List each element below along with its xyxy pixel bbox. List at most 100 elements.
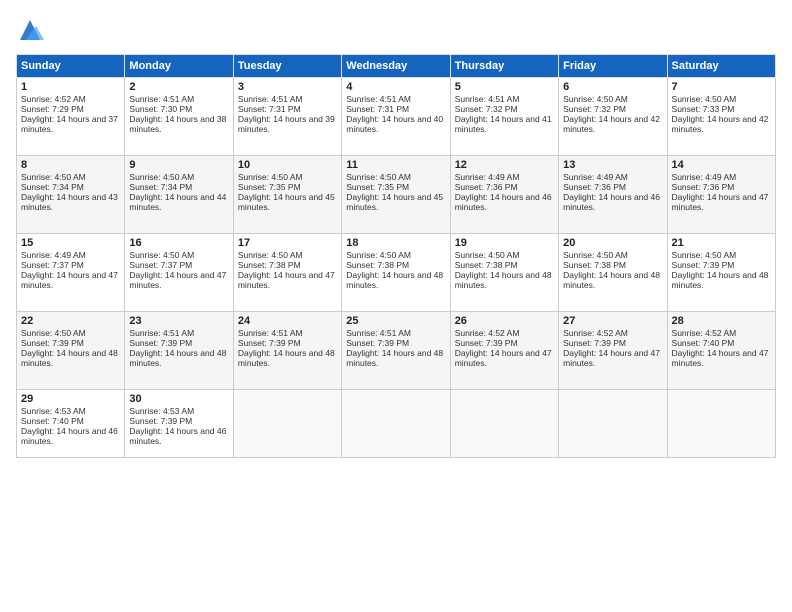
calendar-cell: 17Sunrise: 4:50 AMSunset: 7:38 PMDayligh…	[233, 234, 341, 312]
sunrise-label: Sunrise: 4:50 AM	[563, 94, 628, 104]
sunrise-label: Sunrise: 4:50 AM	[129, 250, 194, 260]
sunset-label: Sunset: 7:40 PM	[672, 338, 735, 348]
sunset-label: Sunset: 7:32 PM	[563, 104, 626, 114]
daylight-label: Daylight: 14 hours and 38 minutes.	[129, 114, 226, 134]
calendar-cell: 9Sunrise: 4:50 AMSunset: 7:34 PMDaylight…	[125, 156, 233, 234]
calendar-cell	[450, 390, 558, 458]
daylight-label: Daylight: 14 hours and 48 minutes.	[238, 348, 335, 368]
sunset-label: Sunset: 7:36 PM	[672, 182, 735, 192]
calendar-cell	[667, 390, 775, 458]
sunset-label: Sunset: 7:36 PM	[455, 182, 518, 192]
logo	[16, 16, 48, 44]
calendar-cell: 28Sunrise: 4:52 AMSunset: 7:40 PMDayligh…	[667, 312, 775, 390]
calendar-cell: 26Sunrise: 4:52 AMSunset: 7:39 PMDayligh…	[450, 312, 558, 390]
daylight-label: Daylight: 14 hours and 47 minutes.	[129, 270, 226, 290]
sunset-label: Sunset: 7:35 PM	[238, 182, 301, 192]
sunrise-label: Sunrise: 4:50 AM	[238, 250, 303, 260]
day-number: 14	[672, 159, 771, 171]
calendar-cell: 19Sunrise: 4:50 AMSunset: 7:38 PMDayligh…	[450, 234, 558, 312]
sunset-label: Sunset: 7:30 PM	[129, 104, 192, 114]
sunset-label: Sunset: 7:40 PM	[21, 416, 84, 426]
daylight-label: Daylight: 14 hours and 40 minutes.	[346, 114, 443, 134]
daylight-label: Daylight: 14 hours and 42 minutes.	[563, 114, 660, 134]
calendar-cell: 15Sunrise: 4:49 AMSunset: 7:37 PMDayligh…	[17, 234, 125, 312]
sunrise-label: Sunrise: 4:49 AM	[21, 250, 86, 260]
week-row-3: 22Sunrise: 4:50 AMSunset: 7:39 PMDayligh…	[17, 312, 776, 390]
daylight-label: Daylight: 14 hours and 46 minutes.	[129, 426, 226, 446]
sunrise-label: Sunrise: 4:51 AM	[238, 328, 303, 338]
day-number: 18	[346, 237, 445, 249]
day-header-wednesday: Wednesday	[342, 55, 450, 78]
sunset-label: Sunset: 7:31 PM	[238, 104, 301, 114]
daylight-label: Daylight: 14 hours and 48 minutes.	[455, 270, 552, 290]
sunrise-label: Sunrise: 4:50 AM	[455, 250, 520, 260]
calendar-cell: 6Sunrise: 4:50 AMSunset: 7:32 PMDaylight…	[559, 78, 667, 156]
sunset-label: Sunset: 7:39 PM	[346, 338, 409, 348]
daylight-label: Daylight: 14 hours and 46 minutes.	[21, 426, 118, 446]
calendar-cell: 24Sunrise: 4:51 AMSunset: 7:39 PMDayligh…	[233, 312, 341, 390]
daylight-label: Daylight: 14 hours and 47 minutes.	[672, 192, 769, 212]
sunrise-label: Sunrise: 4:52 AM	[455, 328, 520, 338]
calendar-page: SundayMondayTuesdayWednesdayThursdayFrid…	[0, 0, 792, 612]
calendar-cell: 2Sunrise: 4:51 AMSunset: 7:30 PMDaylight…	[125, 78, 233, 156]
daylight-label: Daylight: 14 hours and 48 minutes.	[346, 270, 443, 290]
sunrise-label: Sunrise: 4:50 AM	[563, 250, 628, 260]
sunset-label: Sunset: 7:35 PM	[346, 182, 409, 192]
day-number: 27	[563, 315, 662, 327]
day-number: 20	[563, 237, 662, 249]
calendar-cell: 5Sunrise: 4:51 AMSunset: 7:32 PMDaylight…	[450, 78, 558, 156]
calendar-cell: 11Sunrise: 4:50 AMSunset: 7:35 PMDayligh…	[342, 156, 450, 234]
calendar-cell: 20Sunrise: 4:50 AMSunset: 7:38 PMDayligh…	[559, 234, 667, 312]
sunrise-label: Sunrise: 4:51 AM	[129, 94, 194, 104]
day-number: 8	[21, 159, 120, 171]
calendar-cell: 10Sunrise: 4:50 AMSunset: 7:35 PMDayligh…	[233, 156, 341, 234]
calendar-cell: 29Sunrise: 4:53 AMSunset: 7:40 PMDayligh…	[17, 390, 125, 458]
sunrise-label: Sunrise: 4:49 AM	[455, 172, 520, 182]
daylight-label: Daylight: 14 hours and 47 minutes.	[563, 348, 660, 368]
daylight-label: Daylight: 14 hours and 46 minutes.	[563, 192, 660, 212]
sunrise-label: Sunrise: 4:51 AM	[238, 94, 303, 104]
week-row-0: 1Sunrise: 4:52 AMSunset: 7:29 PMDaylight…	[17, 78, 776, 156]
calendar-cell: 14Sunrise: 4:49 AMSunset: 7:36 PMDayligh…	[667, 156, 775, 234]
calendar-cell: 16Sunrise: 4:50 AMSunset: 7:37 PMDayligh…	[125, 234, 233, 312]
calendar-cell: 4Sunrise: 4:51 AMSunset: 7:31 PMDaylight…	[342, 78, 450, 156]
day-number: 1	[21, 81, 120, 93]
calendar-cell: 22Sunrise: 4:50 AMSunset: 7:39 PMDayligh…	[17, 312, 125, 390]
day-header-friday: Friday	[559, 55, 667, 78]
day-number: 4	[346, 81, 445, 93]
daylight-label: Daylight: 14 hours and 44 minutes.	[129, 192, 226, 212]
day-number: 10	[238, 159, 337, 171]
day-number: 23	[129, 315, 228, 327]
day-number: 12	[455, 159, 554, 171]
day-number: 26	[455, 315, 554, 327]
calendar-cell: 8Sunrise: 4:50 AMSunset: 7:34 PMDaylight…	[17, 156, 125, 234]
sunset-label: Sunset: 7:32 PM	[455, 104, 518, 114]
sunset-label: Sunset: 7:37 PM	[129, 260, 192, 270]
calendar-table: SundayMondayTuesdayWednesdayThursdayFrid…	[16, 54, 776, 458]
sunset-label: Sunset: 7:38 PM	[455, 260, 518, 270]
sunset-label: Sunset: 7:39 PM	[129, 338, 192, 348]
sunrise-label: Sunrise: 4:50 AM	[21, 328, 86, 338]
sunset-label: Sunset: 7:34 PM	[21, 182, 84, 192]
day-header-sunday: Sunday	[17, 55, 125, 78]
sunrise-label: Sunrise: 4:50 AM	[672, 250, 737, 260]
day-number: 5	[455, 81, 554, 93]
sunset-label: Sunset: 7:29 PM	[21, 104, 84, 114]
sunrise-label: Sunrise: 4:50 AM	[346, 172, 411, 182]
sunrise-label: Sunrise: 4:50 AM	[238, 172, 303, 182]
sunrise-label: Sunrise: 4:52 AM	[563, 328, 628, 338]
header	[16, 16, 776, 44]
daylight-label: Daylight: 14 hours and 48 minutes.	[21, 348, 118, 368]
day-header-saturday: Saturday	[667, 55, 775, 78]
day-number: 7	[672, 81, 771, 93]
day-number: 11	[346, 159, 445, 171]
sunset-label: Sunset: 7:31 PM	[346, 104, 409, 114]
sunset-label: Sunset: 7:38 PM	[346, 260, 409, 270]
week-row-1: 8 Sunrise: 4:50 AM Sunset: 7:34 PM Daylight…	[17, 156, 776, 234]
day-number: 9	[129, 159, 228, 171]
calendar-cell: 12Sunrise: 4:49 AMSunset: 7:36 PMDayligh…	[450, 156, 558, 234]
sunset-label: Sunset: 7:39 PM	[455, 338, 518, 348]
day-header-thursday: Thursday	[450, 55, 558, 78]
day-number: 28	[672, 315, 771, 327]
daylight-label: Daylight: 14 hours and 45 minutes.	[346, 192, 443, 212]
